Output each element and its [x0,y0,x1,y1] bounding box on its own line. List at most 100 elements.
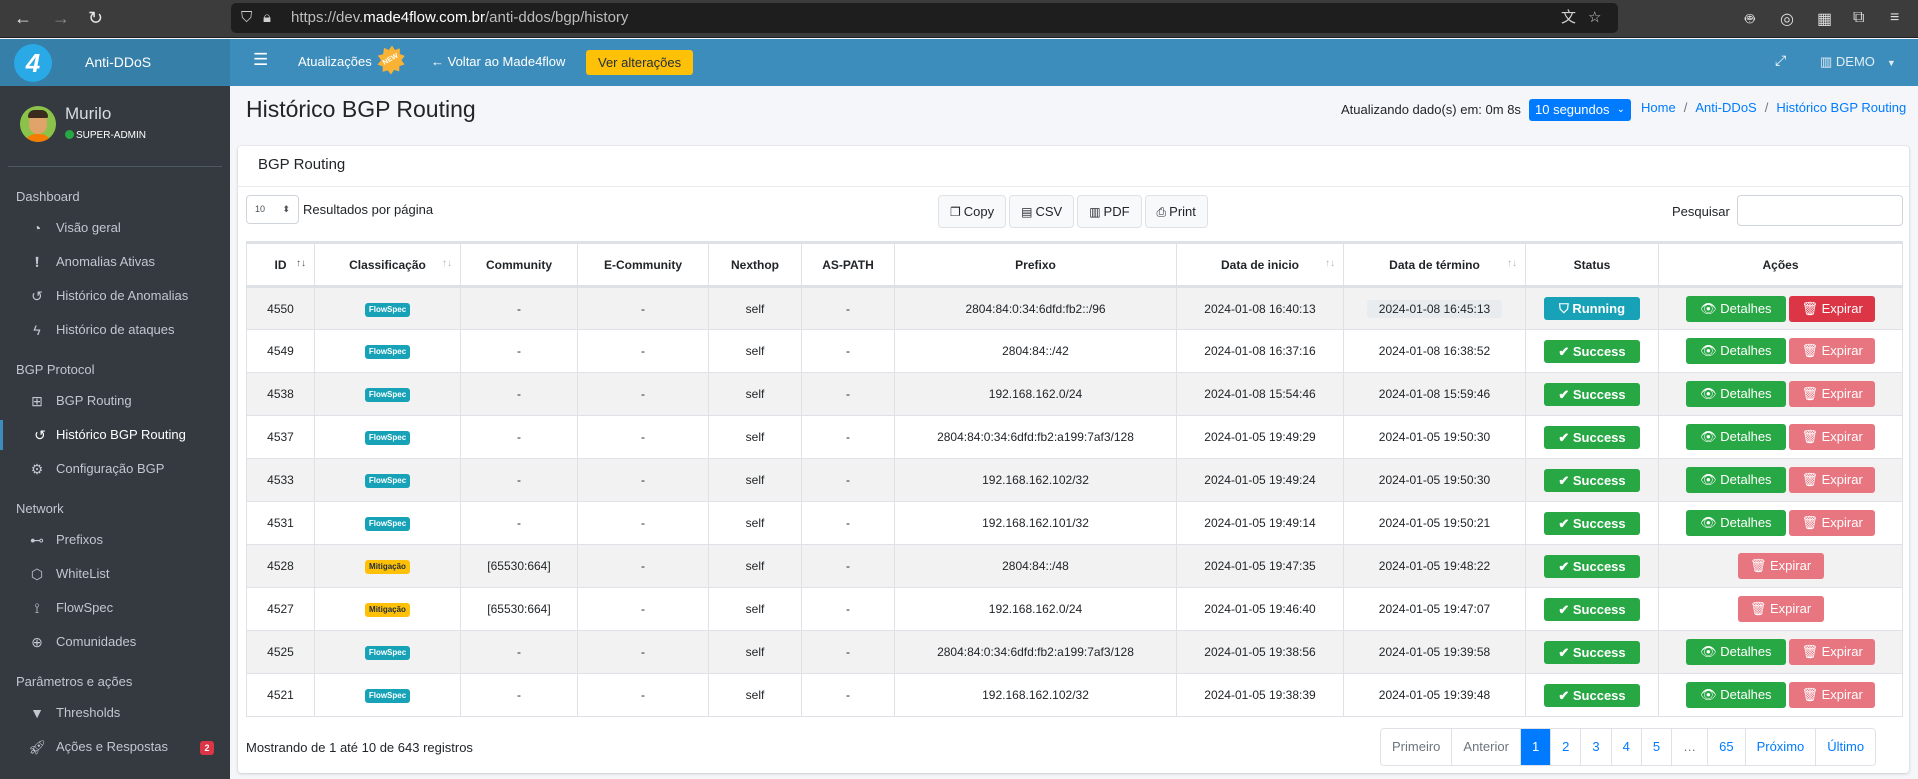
trash-icon: 🗑︎ [1801,472,1822,487]
copy-button[interactable]: ❐ Copy [938,195,1007,228]
extension-icon[interactable]: ◎ [1780,9,1794,29]
translate-icon[interactable]: 文 [1561,3,1576,33]
sidebar-item-acoes-respostas[interactable]: 🚀︎ Ações e Respostas 2 [0,732,230,762]
column-label: Data de inicio [1220,257,1300,272]
cell-classificacao: FlowSpec [314,415,461,459]
url-bar[interactable]: ⛉ 🔒︎ https://dev.made4flow.com.br/anti-d… [231,3,1618,33]
search-input[interactable] [1737,195,1903,226]
cell-id: 4533 [246,458,315,502]
breadcrumb-home[interactable]: Home [1641,100,1676,115]
sidebar-item-flowspec[interactable]: ⟟ FlowSpec [0,593,230,623]
sidebar-item-anomalias-ativas[interactable]: ❗︎ Anomalias Ativas [0,247,230,277]
column-header-data-inicio[interactable]: Data de inicio ↑↓ [1176,241,1344,288]
details-button[interactable]: 👁︎ Detalhes [1685,295,1786,322]
table-row: 4549 FlowSpec - - self -2804:84::/42 2024-01-0… [246,329,1903,373]
expire-label: Expirar [1821,515,1863,530]
cell-classificacao: FlowSpec [314,372,461,416]
table-row: 4550 FlowSpec - - self -2804:84:0:34:6dfd:fb2… [246,286,1903,330]
pdf-button[interactable]: ▥ PDF [1077,195,1142,228]
page-button[interactable]: 5 [1640,729,1672,765]
forward-arrow-icon[interactable]: → [52,8,70,28]
sidebar-item-whitelist[interactable]: ⬡ WhiteList [0,559,230,589]
page-button[interactable]: 2 [1550,729,1581,765]
classification-badge: Mitigação [365,560,410,574]
url-prefix: https://dev. [291,9,364,26]
page-button[interactable]: 4 [1610,729,1641,765]
sidebar-item-historico-anomalias[interactable]: ↺ Histórico de Anomalias [0,281,230,311]
refresh-interval-select[interactable]: 10 segundos ⌄ [1529,99,1631,121]
updates-link[interactable]: Atualizações [298,54,372,69]
export-buttons: ❐ Copy ▤ CSV ▥ PDF ⎙ Print [938,195,1208,228]
sidebar-item-label: Thresholds [56,705,121,720]
menu-icon[interactable]: ≡ [1890,9,1899,27]
column-header-nexthop: Nexthop [708,241,802,288]
bgp-routing-card: BGP Routing 10 ⬍ Resultados por página ❐ C… [238,146,1909,773]
column-header-id[interactable]: ID ↑↓ [246,241,315,288]
sidebar-item-visao-geral[interactable]: ◔ Visão geral [0,213,230,243]
page-length-value: 10 [255,204,266,214]
page-button[interactable]: Último [1815,729,1876,765]
star-icon[interactable]: ☆ [1588,3,1601,33]
page-button[interactable]: Próximo [1744,729,1816,765]
details-button[interactable]: 👁︎ Detalhes [1685,424,1786,450]
cell-community: - [460,286,578,330]
reload-icon[interactable]: ↻ [88,8,103,28]
user-role: SUPER-ADMIN [65,130,146,141]
details-label: Detalhes [1720,515,1772,530]
cell-id: 4549 [246,329,315,373]
page-button[interactable]: 1 [1519,729,1551,765]
csv-button[interactable]: ▤ CSV [1009,195,1075,228]
cell-e-community: - [577,372,709,416]
sidebar-item-comunidades[interactable]: ⊕ Comunidades [0,627,230,657]
details-button[interactable]: 👁︎ Detalhes [1685,510,1786,536]
sidebar-item-bgp-routing[interactable]: ⊞ BGP Routing [0,386,230,416]
expire-label: Expirar [1769,558,1812,573]
print-label: Print [1169,204,1196,219]
qr-code-icon[interactable]: ▦ [1817,9,1832,29]
status-badge: ✔ Success [1544,339,1640,363]
sidebar-item-configuracao-bgp[interactable]: ⚙ Configuração BGP [0,454,230,484]
details-button[interactable]: 👁︎ Detalhes [1685,381,1786,407]
expire-button[interactable]: 🗑︎ Expirar [1789,295,1876,322]
sidebar-item-historico-bgp-routing[interactable]: ↺ Histórico BGP Routing [0,420,230,450]
page-button[interactable]: 65 [1707,729,1745,765]
extension-robot-icon[interactable]: 🤖︎ [1745,9,1755,31]
sidebar-item-historico-ataques[interactable]: ϟ Histórico de ataques [0,315,230,345]
eye-icon: 👁︎ [1700,687,1721,702]
status-label: Success [1572,687,1626,703]
breadcrumb-anti-ddos[interactable]: Anti-DDoS [1695,100,1756,115]
cell-nexthop: self [708,329,802,373]
eye-icon: 👁︎ [1700,343,1721,358]
copy-label: Copy [963,204,995,219]
back-arrow-icon[interactable]: ← [14,8,32,28]
puzzle-icon[interactable]: ⧉ [1853,9,1864,27]
table-row: 4525 FlowSpec - - self -2804:84:0:34:6dfd:fb2… [246,630,1903,674]
expire-button: 🗑︎ Expirar [1789,639,1876,665]
tenant-dropdown[interactable]: ▥ DEMO ▼ [1820,54,1896,70]
trash-icon: 🗑︎ [1801,644,1822,659]
details-button[interactable]: 👁︎ Detalhes [1685,467,1786,493]
brand[interactable]: 4 Anti-DDoS [0,39,230,86]
sidebar-item-prefixos[interactable]: ⊷ Prefixos [0,525,230,555]
card-divider [238,186,1909,187]
classification-badge: FlowSpec [364,689,411,703]
trash-icon: 🗑︎ [1749,558,1770,573]
expire-button: 🗑︎ Expirar [1789,424,1876,450]
details-button[interactable]: 👁︎ Detalhes [1685,682,1786,708]
view-changes-button[interactable]: Ver alterações [586,50,694,75]
sidebar-item-thresholds[interactable]: ▼ Thresholds [0,698,230,728]
page-length-select[interactable]: 10 ⬍ [246,195,299,224]
details-button[interactable]: 👁︎ Detalhes [1685,338,1786,364]
user-role-label: SUPER-ADMIN [76,130,147,141]
cell-data-termino: 2024-01-05 19:50:21 [1343,501,1526,545]
hamburger-menu-icon[interactable]: ☰ [253,50,268,70]
column-header-data-termino[interactable]: Data de término ↑↓ [1343,241,1526,288]
back-to-made4flow-link[interactable]: ← Voltar ao Made4flow [431,54,565,69]
cell-data-termino: 2024-01-05 19:47:07 [1343,587,1526,631]
column-header-classificacao[interactable]: Classificação ↑↓ [314,241,461,288]
fullscreen-icon[interactable]: ⤢ [1775,52,1786,69]
details-button[interactable]: 👁︎ Detalhes [1685,639,1786,665]
print-button[interactable]: ⎙ Print [1144,195,1208,228]
page-button[interactable]: 3 [1580,729,1611,765]
cell-data-inicio: 2024-01-08 16:37:16 [1176,329,1344,373]
